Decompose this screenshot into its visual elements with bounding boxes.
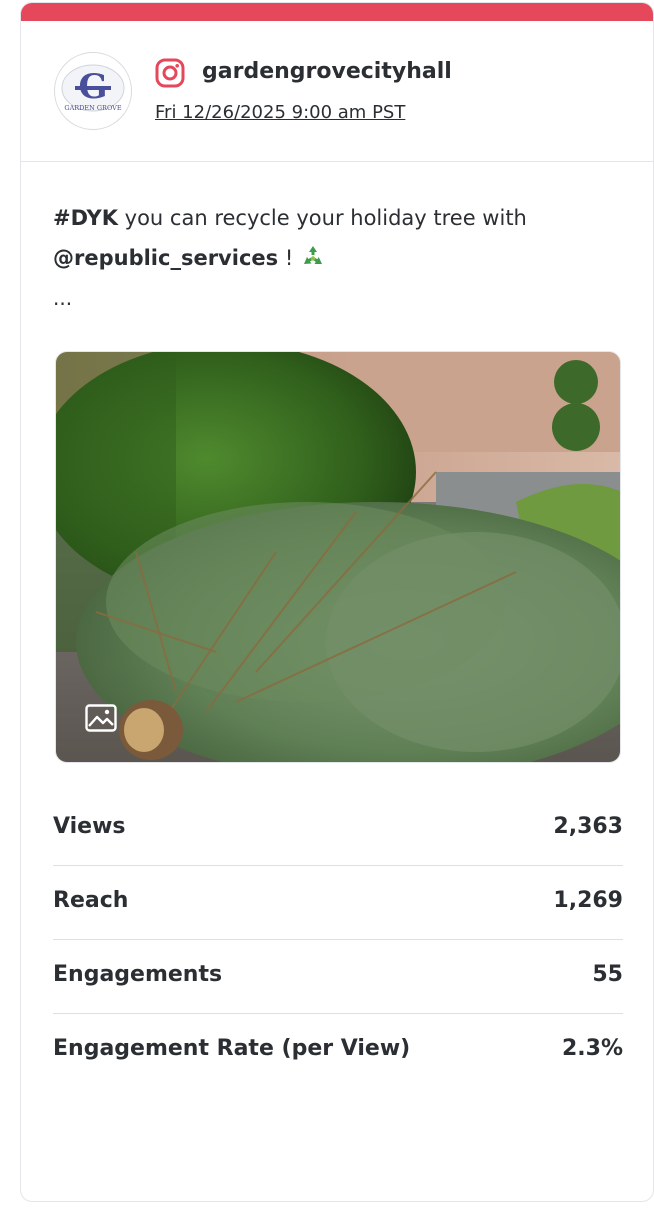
metric-label: Reach	[53, 888, 129, 913]
instagram-icon	[155, 58, 185, 88]
metric-value: 1,269	[553, 888, 623, 913]
metric-value: 2,363	[553, 814, 623, 839]
metric-row-reach: Reach 1,269	[53, 866, 623, 940]
recycle-emoji-icon	[303, 246, 322, 264]
hashtag[interactable]: #DYK	[53, 206, 118, 230]
caption-ellipsis[interactable]: ...	[53, 286, 72, 310]
metric-value: 55	[592, 962, 623, 987]
account-name[interactable]: gardengrovecityhall	[202, 57, 452, 87]
metric-row-engagements: Engagements 55	[53, 940, 623, 1014]
avatar: G GARDEN GROVE	[54, 52, 132, 130]
metric-row-engagement-rate: Engagement Rate (per View) 2.3%	[53, 1014, 623, 1088]
post-timestamp-link[interactable]: Fri 12/26/2025 9:00 am PST	[155, 102, 405, 124]
brand-accent-bar	[21, 3, 653, 21]
metric-label: Engagements	[53, 962, 223, 987]
metric-label: Views	[53, 814, 126, 839]
christmas-tree-photo	[56, 352, 620, 762]
mention[interactable]: @republic_services	[53, 246, 278, 270]
metric-label: Engagement Rate (per View)	[53, 1036, 411, 1061]
svg-text:GARDEN GROVE: GARDEN GROVE	[64, 104, 121, 112]
post-caption: #DYK you can recycle your holiday tree w…	[53, 198, 623, 278]
metrics-table: Views 2,363 Reach 1,269 Engagements 55 E…	[53, 792, 623, 1088]
garden-grove-logo: G GARDEN GROVE	[61, 64, 125, 112]
post-image[interactable]	[55, 351, 621, 763]
metric-row-views: Views 2,363	[53, 792, 623, 866]
caption-text-2: !	[278, 246, 300, 270]
metric-value: 2.3%	[561, 1036, 623, 1061]
post-header: G GARDEN GROVE gardengrovecityhall Fri 1…	[21, 21, 653, 162]
post-card: G GARDEN GROVE gardengrovecityhall Fri 1…	[20, 2, 654, 1202]
caption-text: you can recycle your holiday tree with	[117, 206, 527, 230]
image-icon	[85, 704, 117, 732]
